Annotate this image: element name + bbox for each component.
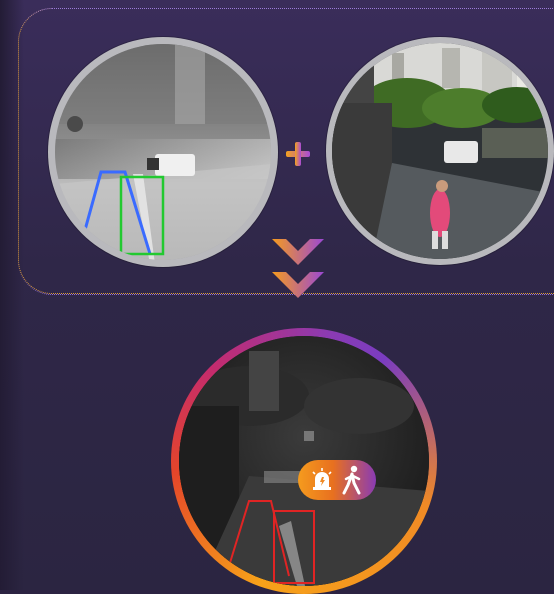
visible-scene	[332, 43, 548, 259]
chevron-down-icon	[272, 239, 324, 265]
pedestrian	[430, 189, 450, 237]
visible-image	[332, 43, 548, 259]
thermal-vehicle	[155, 154, 195, 176]
visible-vehicle	[444, 141, 478, 163]
fused-result-image	[179, 336, 429, 586]
visible-image-frame	[326, 37, 554, 265]
thermal-image	[55, 44, 271, 260]
fused-result-frame	[171, 328, 437, 594]
plus-icon	[286, 142, 310, 166]
siren-icon	[312, 468, 332, 490]
fused-scene	[179, 336, 429, 586]
thermal-scene	[55, 44, 271, 260]
thermal-image-frame	[48, 37, 278, 267]
chevron-down-icon	[272, 272, 324, 298]
intrusion-alarm-badge	[298, 460, 376, 500]
walking-person-icon	[342, 465, 361, 495]
